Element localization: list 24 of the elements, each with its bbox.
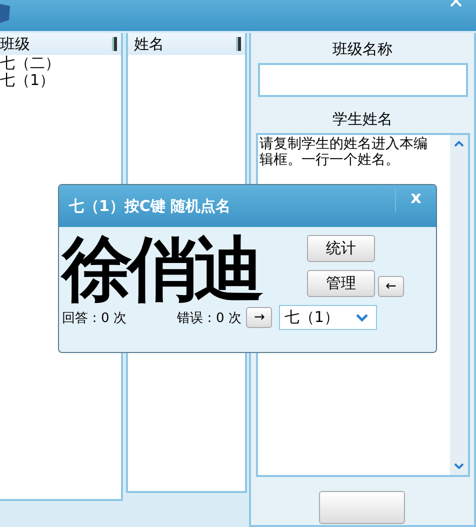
column-resize-handle[interactable] (236, 37, 241, 51)
scrollbar[interactable] (450, 135, 468, 475)
field-label: 学生姓名 (332, 110, 392, 129)
app-icon (0, 2, 10, 24)
forward-button[interactable]: → (246, 307, 272, 328)
button[interactable] (319, 491, 405, 524)
answer-count: 回答：0 次 (62, 310, 128, 326)
stats-button[interactable]: 统计 (307, 235, 375, 262)
column-title: 姓名 (134, 34, 164, 54)
column-resize-handle[interactable] (112, 37, 117, 51)
class-dropdown[interactable]: 七（1） (279, 305, 378, 330)
field-label: 班级名称 (332, 40, 392, 59)
error-count: 错误：0 次 (177, 310, 242, 326)
field-text: 请复制学生的姓名进入本编辑框。一行一个姓名。 (258, 135, 428, 169)
back-button[interactable]: ← (378, 276, 404, 297)
dialog-title: 七（1）按C键 随机点名 (69, 196, 231, 216)
class-name-field[interactable] (258, 63, 468, 97)
manage-button[interactable]: 管理 (307, 270, 375, 297)
chevron-icon (356, 314, 368, 322)
list-item[interactable]: 七（二） (0, 55, 121, 72)
scroll-down-icon[interactable] (454, 463, 464, 469)
column-title: 班级 (0, 34, 30, 54)
list-item[interactable]: 七（1） (0, 72, 121, 89)
scroll-up-icon[interactable] (454, 141, 464, 147)
